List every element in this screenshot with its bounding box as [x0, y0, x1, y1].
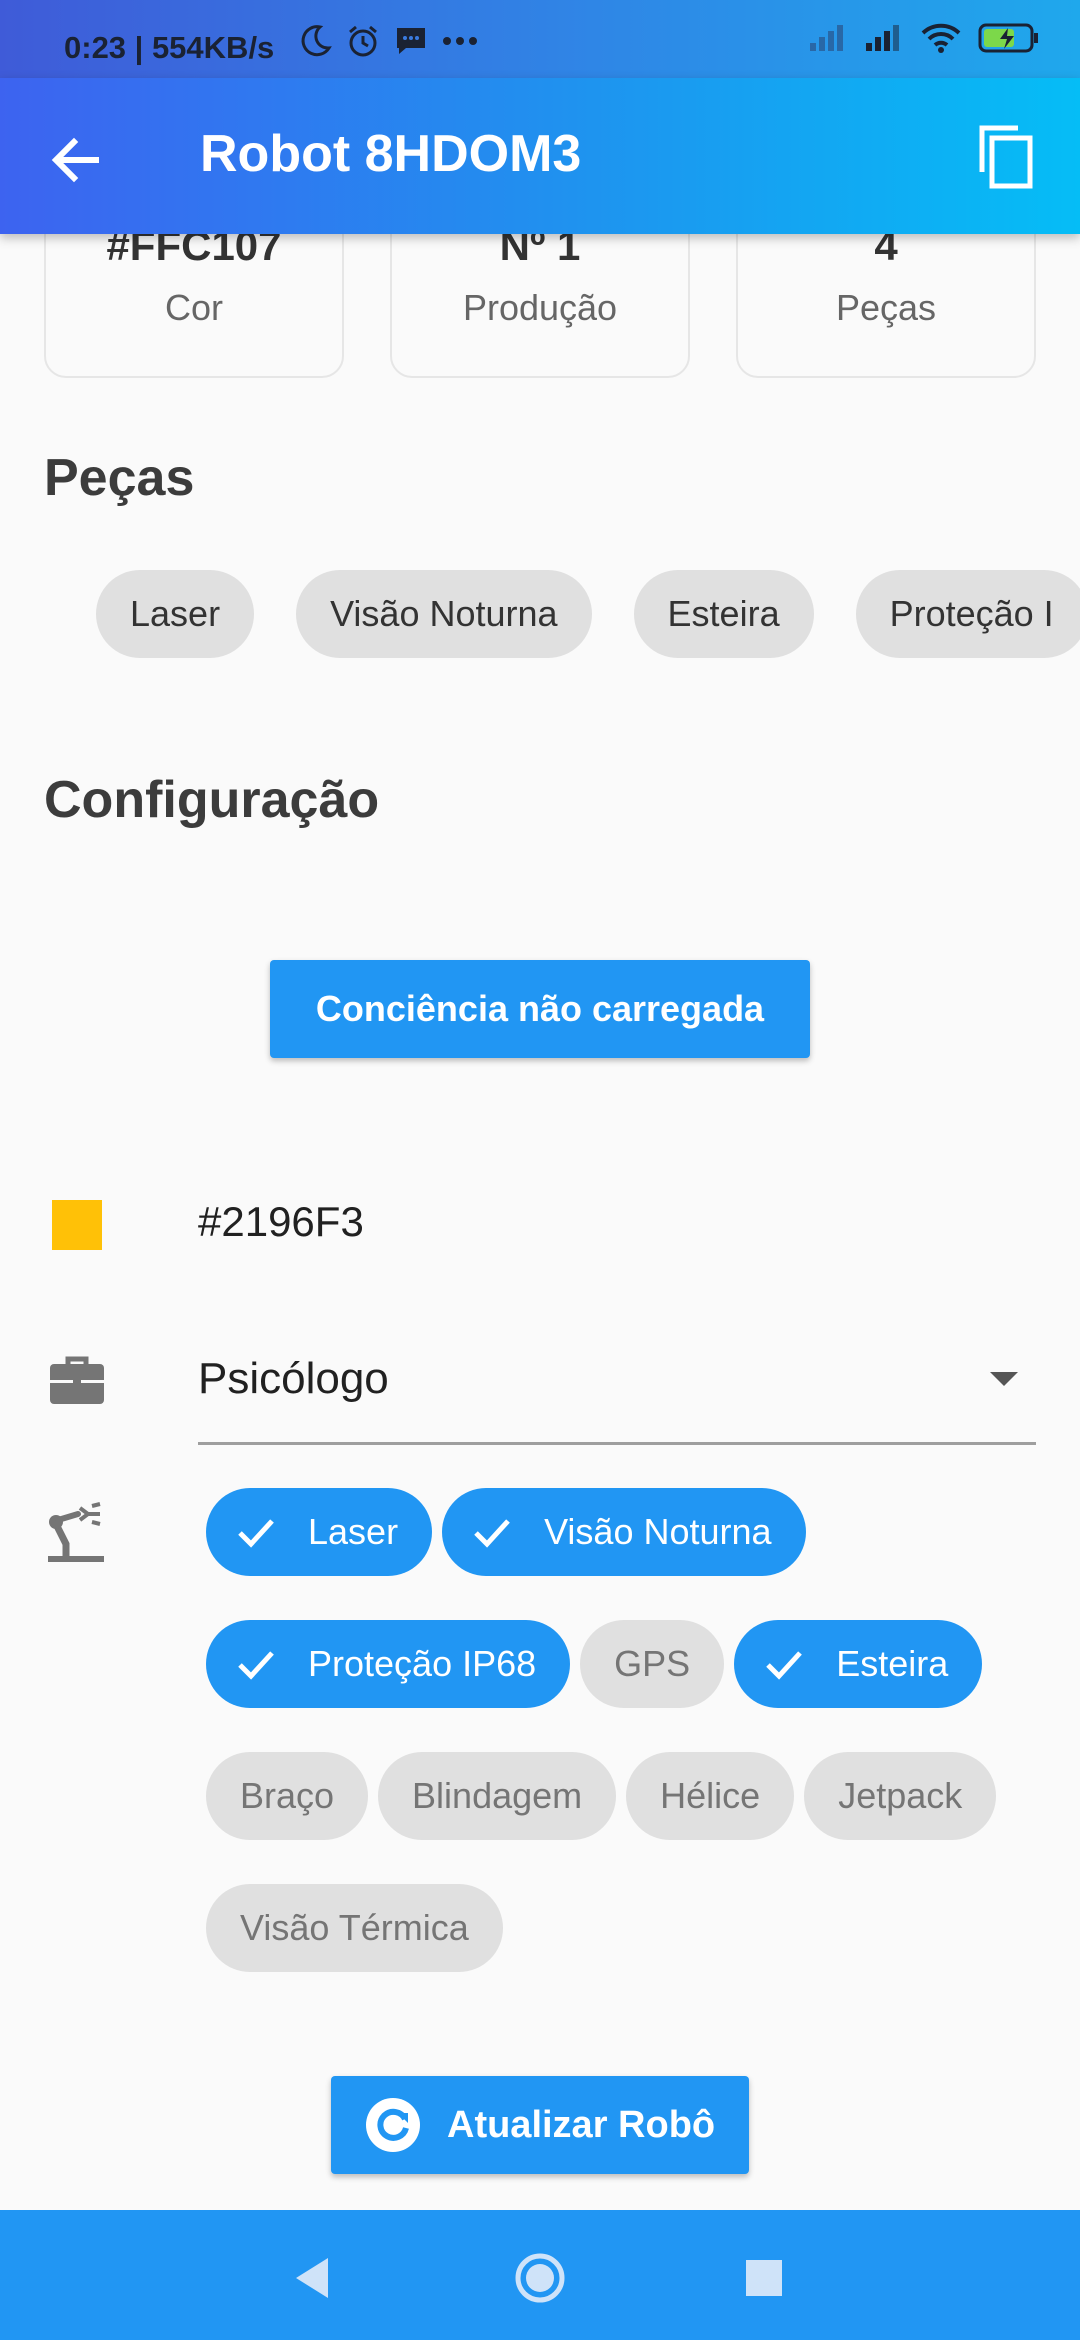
nav-recents-icon[interactable]	[736, 2250, 792, 2306]
color-code-text: #2196F3	[198, 1198, 364, 1245]
wifi-icon	[921, 23, 961, 53]
moon-icon	[301, 25, 332, 57]
part-filter-chip[interactable]: Proteção IP68	[206, 1620, 571, 1708]
status-bar: 0:23 | 554KB/s	[0, 0, 1080, 78]
alarm-icon	[349, 25, 377, 57]
parts-chip-row: Braço Blindagem Hélice Jetpack	[206, 1752, 1056, 1840]
stat-label: Cor	[164, 287, 223, 328]
part-chip: Proteção I	[855, 570, 1080, 658]
part-filter-label: Jetpack	[838, 1775, 963, 1816]
parts-chip-row: Proteção IP68 GPS Esteira	[206, 1620, 1056, 1708]
part-filter-label: Visão Térmica	[240, 1907, 469, 1948]
config-section-title: Configuração	[44, 771, 380, 829]
part-filter-label: Laser	[308, 1511, 399, 1552]
update-robot-label: Atualizar Robô	[447, 2103, 716, 2146]
status-system-icons	[808, 22, 1040, 54]
check-icon	[238, 1651, 274, 1680]
stat-label: Produção	[462, 287, 618, 328]
nav-back-icon[interactable]	[284, 2250, 340, 2306]
part-filter-chip[interactable]: Blindagem	[378, 1752, 617, 1840]
check-icon	[238, 1519, 274, 1548]
part-filter-chip[interactable]: Visão Térmica	[206, 1884, 503, 1972]
page-title: Robot 8HDOM3	[200, 125, 582, 183]
profession-value: Psicólogo	[198, 1354, 389, 1403]
check-icon	[474, 1519, 510, 1548]
stat-label: Peças	[835, 287, 937, 328]
part-filter-label: Proteção IP68	[308, 1643, 537, 1684]
part-filter-label: Braço	[240, 1775, 335, 1816]
back-button[interactable]	[44, 128, 108, 192]
app-bar: Robot 8HDOM3	[0, 78, 1080, 234]
part-chip: Visão Noturna	[296, 570, 592, 658]
refresh-icon	[366, 2098, 420, 2152]
conscience-button[interactable]: Conciência não carregada	[270, 960, 810, 1058]
briefcase-icon	[50, 1356, 104, 1404]
status-notification-icons	[300, 24, 478, 58]
part-filter-label: Visão Noturna	[544, 1511, 772, 1552]
signal-icon	[866, 25, 899, 51]
battery-charging-icon	[978, 23, 1038, 53]
part-filter-label: GPS	[614, 1643, 691, 1684]
system-nav-bar	[0, 2210, 1080, 2340]
part-filter-chip[interactable]: Braço	[206, 1752, 369, 1840]
signal-icon	[810, 25, 843, 51]
part-chip: Esteira	[633, 570, 814, 658]
check-icon	[766, 1651, 803, 1680]
parts-chip-row: Visão Térmica	[206, 1884, 1056, 1972]
nav-home-icon[interactable]	[512, 2250, 568, 2306]
part-filter-label: Esteira	[836, 1643, 949, 1684]
more-icon	[443, 37, 477, 45]
update-robot-button[interactable]: Atualizar Robô	[331, 2076, 749, 2174]
parts-chip-row: Laser Visão Noturna	[206, 1488, 1056, 1576]
profession-dropdown[interactable]: Psicólogo	[198, 1330, 1036, 1445]
part-filter-chip[interactable]: Visão Noturna	[442, 1488, 806, 1576]
robot-arm-icon	[48, 1502, 104, 1562]
message-icon	[397, 28, 425, 54]
arrow-back-icon	[51, 137, 99, 183]
dropdown-arrow-icon	[990, 1372, 1018, 1386]
part-filter-label: Blindagem	[412, 1775, 583, 1816]
copy-button[interactable]	[974, 122, 1044, 192]
parts-section-title: Peças	[44, 449, 195, 507]
parts-chip-list: Laser Visão Noturna Esteira Proteção I	[96, 570, 1080, 658]
copy-icon	[979, 125, 1033, 189]
part-filter-chip[interactable]: Esteira	[734, 1620, 983, 1708]
color-swatch[interactable]	[52, 1200, 102, 1250]
part-chip: Laser	[96, 570, 255, 658]
part-filter-chip[interactable]: Jetpack	[804, 1752, 997, 1840]
part-filter-chip[interactable]: Hélice	[626, 1752, 795, 1840]
part-filter-chip[interactable]: Laser	[206, 1488, 433, 1576]
part-filter-chip[interactable]: GPS	[580, 1620, 725, 1708]
part-filter-label: Hélice	[660, 1775, 761, 1816]
status-time: 0:23 | 554KB/s	[64, 30, 275, 65]
parts-filter-chips: Laser Visão Noturna Proteção IP68 GPS Esteir…	[206, 1488, 1056, 2016]
